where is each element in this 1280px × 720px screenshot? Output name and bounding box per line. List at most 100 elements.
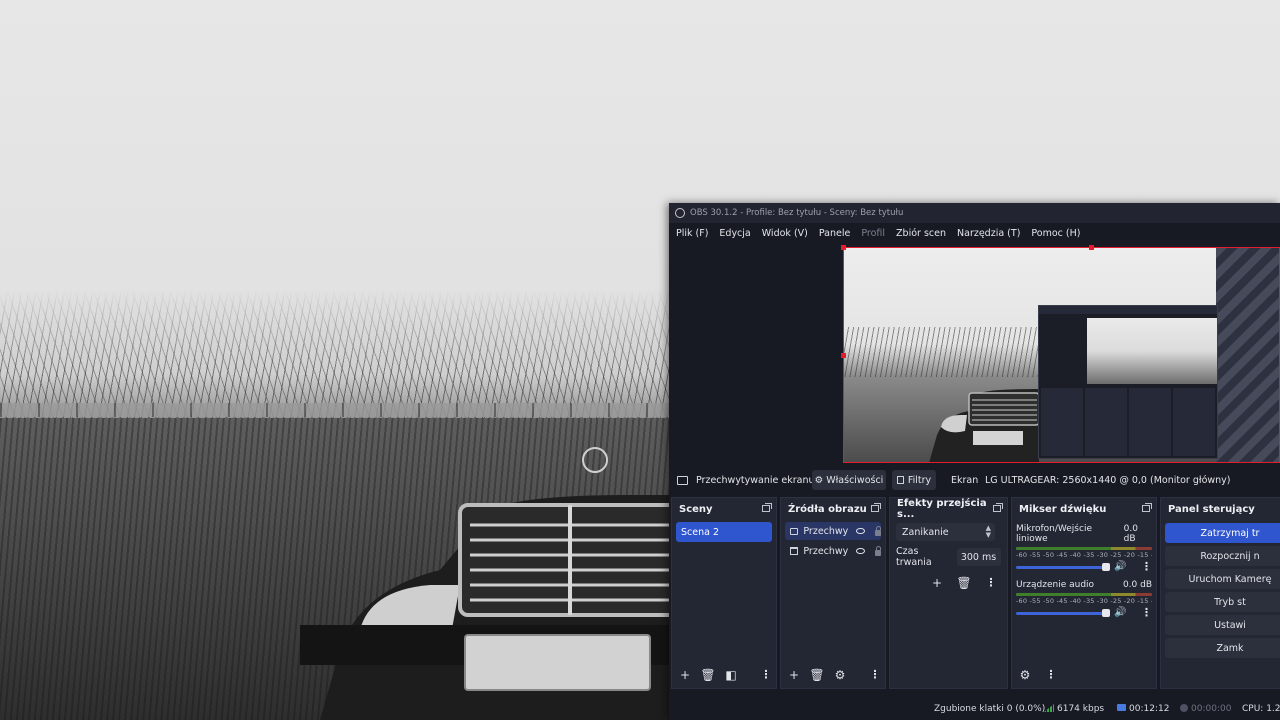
menu-bar: Plik (F) Edycja Widok (V) Panele Profil … [669,223,1280,243]
source-toolbar: Przechwytywanie ekranu ⚙ Właściwości Fil… [669,467,1280,493]
nested-docks [1039,386,1217,458]
title-bar[interactable]: OBS 30.1.2 - Profile: Bez tytułu - Sceny… [669,203,1280,223]
volume-meter [1016,593,1152,596]
menu-help[interactable]: Pomoc (H) [1031,228,1080,239]
transitions-title: Efekty przejścia s... [897,498,987,520]
meter-scale: -60 -55 -50 -45 -40 -35 -30 -25 -20 -15 … [1016,597,1152,605]
stream-time: 00:12:12 [1117,704,1169,714]
mixer-toolbar: ⚙ ⋮ [1012,662,1156,688]
scene-item[interactable]: Scena 2 [676,522,772,542]
start-virtual-camera-button[interactable]: Uruchom Kamerę [1165,569,1280,589]
lock-icon[interactable] [874,525,882,536]
sources-dock-title: Źródła obrazu [781,498,885,520]
mixer-settings-icon[interactable]: ⚙ [1016,666,1034,684]
undock-icon[interactable] [1142,503,1152,512]
resize-handle-left[interactable] [841,353,846,358]
scenes-dock: Sceny Scena 2 + 🗑 ◧ ⋮ [671,497,777,689]
exit-button[interactable]: Zamk [1165,638,1280,658]
screen-label: Ekran [951,475,979,486]
status-bar: Zgubione klatki 0 (0.0%) 6174 kbps 00:12… [669,698,1280,720]
volume-slider[interactable] [1016,608,1110,617]
undock-icon[interactable] [762,503,772,512]
kebab-menu-icon[interactable]: ⋮ [866,666,884,684]
plus-icon[interactable]: + [928,574,946,592]
gear-icon: ⚙ [814,474,824,486]
speaker-icon[interactable]: 🔊 [1114,562,1126,572]
stop-streaming-button[interactable]: Zatrzymaj tr [1165,523,1280,543]
settings-button[interactable]: Ustawi [1165,615,1280,635]
track-name: Mikrofon/Wejście liniowe [1016,524,1092,544]
duration-value: 300 ms [960,551,997,563]
kebab-menu-icon[interactable]: ⋮ [757,666,775,684]
docks-area: Sceny Scena 2 + 🗑 ◧ ⋮ Źródła obrazu Prze… [669,497,1280,689]
record-time: 00:00:00 [1180,704,1231,714]
meter-scale: -60 -55 -50 -45 -40 -35 -30 -25 -20 -15 … [1016,551,1152,559]
mixer-dock-title: Mikser dźwięku [1012,498,1156,520]
nested-titlebar [1039,306,1217,314]
volume-meter [1016,547,1152,550]
nested-dock [1085,388,1127,456]
filters-button[interactable]: Filtry [892,470,936,490]
filter-icon [896,476,904,484]
eye-icon[interactable] [856,548,865,554]
volume-slider[interactable] [1016,562,1110,571]
wallpaper-car [300,447,720,720]
trash-icon[interactable]: 🗑 [955,574,973,592]
sources-toolbar: + 🗑 ⚙ ⋮ [781,662,885,688]
resize-handle-top[interactable] [1089,245,1094,250]
filter-icon[interactable]: ◧ [722,666,740,684]
nested-preview [1087,318,1217,384]
menu-edit[interactable]: Edycja [719,228,750,239]
menu-view[interactable]: Widok (V) [762,228,808,239]
preview-nested-obs [1038,305,1218,459]
kebab-menu-icon[interactable]: ⋮ [982,574,1000,592]
gear-icon[interactable]: ⚙ [831,666,849,684]
undock-icon[interactable] [993,503,1003,512]
plus-icon[interactable]: + [785,666,803,684]
obs-logo-icon [675,208,685,218]
kebab-menu-icon[interactable]: ⋮ [1141,607,1152,618]
bitrate-value: 6174 kbps [1057,704,1105,714]
controls-title: Panel sterujący [1168,503,1255,515]
undock-icon[interactable] [871,503,881,512]
menu-file[interactable]: Plik (F) [676,228,708,239]
audio-mixer-dock: Mikser dźwięku Mikrofon/Wejście liniowe … [1011,497,1157,689]
scenes-dock-title: Sceny [672,498,776,520]
studio-mode-button[interactable]: Tryb st [1165,592,1280,612]
eye-icon[interactable] [856,528,865,534]
properties-label: Właściwości [826,474,884,486]
source-item[interactable]: Przechwy [785,522,882,540]
menu-profile[interactable]: Profil [861,228,885,239]
kebab-menu-icon[interactable]: ⋮ [1141,561,1152,572]
plus-icon[interactable]: + [676,666,694,684]
track-name: Urządzenie audio [1016,580,1095,590]
menu-tools[interactable]: Narzędzia (T) [957,228,1020,239]
resize-handle-top-left[interactable] [841,245,846,250]
properties-button[interactable]: ⚙ Właściwości [812,470,886,490]
menu-scene-collection[interactable]: Zbiór scen [896,228,946,239]
kebab-menu-icon[interactable]: ⋮ [1042,666,1060,684]
slider-knob[interactable] [1102,562,1110,571]
speaker-icon[interactable]: 🔊 [1114,608,1126,618]
slider-knob[interactable] [1102,608,1110,617]
source-item[interactable]: Przechwy [785,542,882,560]
filters-label: Filtry [907,474,932,486]
preview-canvas[interactable] [843,247,1280,463]
duration-row: Czas trwania 300 ms ▲▼ [896,546,1001,568]
window-title: OBS 30.1.2 - Profile: Bez tytułu - Sceny… [690,208,904,218]
controls-dock-title: Panel sterujący [1161,498,1280,520]
lock-icon[interactable] [874,545,882,556]
controls-dock: Panel sterujący Zatrzymaj tr Rozpocznij … [1160,497,1280,689]
preview-area[interactable] [669,243,1280,465]
start-recording-button[interactable]: Rozpocznij n [1165,546,1280,566]
mixer-title: Mikser dźwięku [1019,503,1107,515]
duration-spinbox[interactable]: 300 ms ▲▼ [956,548,1001,566]
trash-icon[interactable]: 🗑 [808,666,826,684]
chevron-up-down-icon: ▲ ▼ [985,524,991,539]
record-icon [1180,704,1188,712]
screen-dropdown[interactable]: LG ULTRAGEAR: 2560x1440 @ 0,0 (Monitor g… [985,475,1231,486]
transition-select[interactable]: Zanikanie ▲ ▼ [896,523,995,541]
trash-icon[interactable]: 🗑 [699,666,717,684]
duration-label: Czas trwania [896,546,932,568]
menu-docks[interactable]: Panele [819,228,850,239]
